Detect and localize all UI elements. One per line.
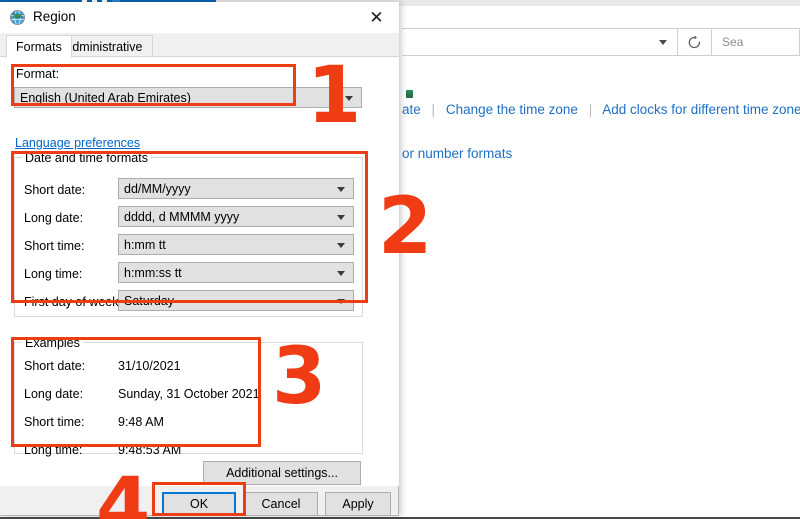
- search-placeholder: Sea: [722, 35, 744, 49]
- chevron-down-icon: [337, 243, 345, 248]
- cancel-button[interactable]: Cancel: [244, 492, 318, 516]
- cancel-label: Cancel: [261, 497, 301, 511]
- tab-administrative-label: Administrative: [64, 39, 143, 54]
- dialog-title: Region: [33, 9, 76, 24]
- date-time-formats-legend: Date and time formats: [22, 151, 151, 165]
- chevron-down-icon: [337, 271, 345, 276]
- screen: Sea ate | Change the time zone | Add clo…: [0, 0, 800, 519]
- short-date-value: dd/MM/yyyy: [124, 181, 191, 196]
- short-time-label: Short time:: [24, 239, 85, 253]
- chevron-down-icon: [345, 96, 353, 101]
- short-date-select[interactable]: dd/MM/yyyy: [118, 178, 354, 199]
- region-globe-icon: [10, 10, 25, 25]
- refresh-button[interactable]: [678, 28, 712, 56]
- example-short-time-value: 9:48 AM: [118, 415, 164, 429]
- long-date-select[interactable]: dddd, d MMMM yyyy: [118, 206, 354, 227]
- chevron-down-icon[interactable]: [659, 39, 667, 45]
- set-date-time-link[interactable]: ate: [402, 102, 421, 117]
- first-day-of-week-label: First day of week:: [24, 295, 122, 309]
- first-day-of-week-select[interactable]: Saturday: [118, 290, 354, 311]
- dialog-titlebar[interactable]: Region ✕: [0, 2, 399, 33]
- chevron-down-icon: [337, 299, 345, 304]
- long-time-value: h:mm:ss tt: [124, 265, 182, 280]
- search-input[interactable]: Sea: [712, 28, 800, 56]
- examples-legend: Examples: [22, 336, 83, 350]
- control-panel-link-row-1: ate | Change the time zone | Add clocks …: [402, 102, 800, 117]
- refresh-icon: [688, 35, 700, 48]
- long-time-select[interactable]: h:mm:ss tt: [118, 262, 354, 283]
- additional-settings-button[interactable]: Additional settings...: [203, 461, 361, 485]
- additional-settings-label: Additional settings...: [226, 466, 338, 480]
- example-short-date-value: 31/10/2021: [118, 359, 181, 373]
- chevron-down-icon: [337, 187, 345, 192]
- address-input[interactable]: [402, 28, 678, 56]
- example-long-date-label: Long date:: [24, 387, 84, 401]
- language-preferences-link[interactable]: Language preferences: [15, 136, 140, 150]
- ok-button[interactable]: OK: [162, 492, 236, 516]
- tab-formats[interactable]: Formats: [6, 35, 72, 58]
- control-panel-link-row-2: or number formats: [402, 146, 512, 161]
- short-time-value: h:mm tt: [124, 237, 166, 252]
- chevron-down-icon: [337, 215, 345, 220]
- address-bar[interactable]: Sea: [402, 28, 800, 56]
- dialog-tabs: Formats Administrative: [0, 33, 399, 58]
- add-clocks-link[interactable]: Add clocks for different time zones: [602, 102, 800, 117]
- example-long-time-label: Long time:: [24, 443, 83, 457]
- apply-label: Apply: [342, 497, 374, 511]
- change-number-formats-link[interactable]: or number formats: [402, 146, 512, 161]
- first-day-of-week-value: Saturday: [124, 293, 175, 308]
- format-select-value: English (United Arab Emirates): [20, 90, 191, 105]
- dialog-content: Format: English (United Arab Emirates) L…: [0, 56, 399, 486]
- short-date-label: Short date:: [24, 183, 86, 197]
- link-separator: |: [588, 102, 593, 117]
- long-date-value: dddd, d MMMM yyyy: [124, 209, 240, 224]
- link-separator: |: [431, 102, 436, 117]
- change-time-zone-link[interactable]: Change the time zone: [446, 102, 578, 117]
- long-time-label: Long time:: [24, 267, 83, 281]
- format-select[interactable]: English (United Arab Emirates): [14, 87, 362, 108]
- long-date-label: Long date:: [24, 211, 84, 225]
- example-short-date-label: Short date:: [24, 359, 86, 373]
- apply-button[interactable]: Apply: [325, 492, 391, 516]
- ok-label: OK: [189, 497, 209, 511]
- clock-icon: [406, 90, 413, 98]
- example-short-time-label: Short time:: [24, 415, 85, 429]
- region-dialog: Region ✕ Formats Administrative Format: …: [0, 2, 399, 516]
- close-icon: ✕: [369, 7, 384, 28]
- tab-formats-label: Formats: [16, 39, 62, 54]
- example-long-date-value: Sunday, 31 October 2021: [118, 387, 260, 401]
- short-time-select[interactable]: h:mm tt: [118, 234, 354, 255]
- close-button[interactable]: ✕: [354, 2, 399, 33]
- format-label: Format:: [16, 67, 60, 81]
- example-long-time-value: 9:48:53 AM: [118, 443, 182, 457]
